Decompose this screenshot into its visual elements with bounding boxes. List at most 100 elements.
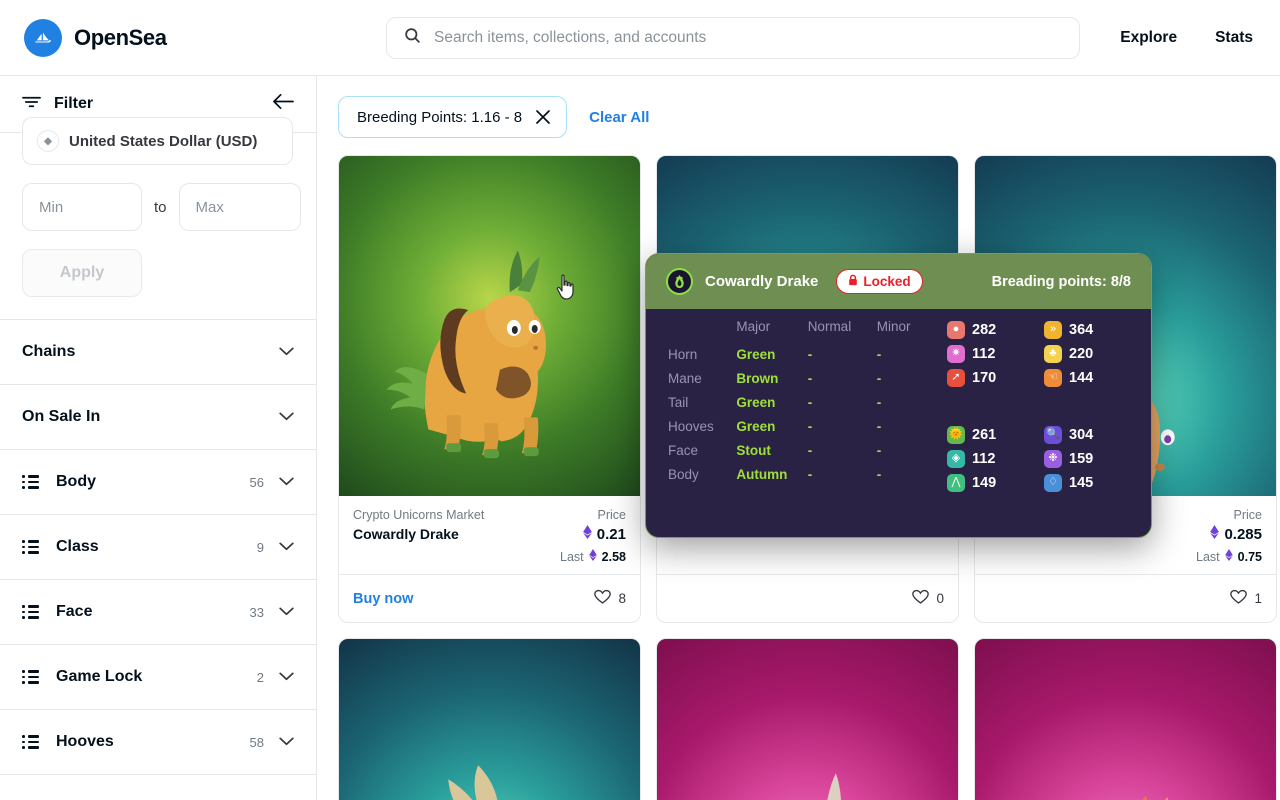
stat-item: ✷ 112 — [947, 343, 1035, 364]
stat-item: ♢ 145 — [1044, 472, 1132, 493]
active-filters-bar: Breeding Points: 1.16 - 8 Clear All — [317, 76, 1280, 138]
table-row: Face Stout - - — [668, 438, 943, 462]
list-icon — [22, 540, 39, 554]
trait-minor: - — [876, 418, 882, 434]
brand-logo-link[interactable]: OpenSea — [24, 18, 167, 57]
trait-normal: - — [807, 370, 813, 386]
facet-label: Body — [56, 473, 96, 490]
nft-artwork[interactable] — [657, 639, 958, 800]
stat-item: ➚ 170 — [947, 367, 1035, 388]
trait-normal: - — [807, 346, 813, 362]
trait-name: Hooves — [668, 418, 714, 434]
flame-icon: 🌞 — [947, 425, 965, 444]
nft-artwork[interactable] — [339, 639, 640, 800]
chevron-down-icon — [279, 343, 294, 361]
nft-card[interactable] — [656, 638, 959, 800]
filter-icon — [22, 94, 41, 115]
nft-card[interactable] — [338, 638, 641, 800]
price-max-input[interactable] — [178, 183, 301, 231]
like-control[interactable]: 8 — [594, 589, 626, 608]
facet-label: On Sale In — [22, 408, 101, 425]
stat-item: ⋀ 149 — [947, 472, 1035, 493]
sidebar-facet-game-lock[interactable]: Game Lock 2 — [0, 644, 316, 709]
trait-normal: - — [807, 466, 813, 482]
price-min-input[interactable] — [22, 183, 142, 231]
stat-value: 145 — [1069, 474, 1094, 491]
clear-all-button[interactable]: Clear All — [589, 109, 649, 126]
sidebar-facet-body[interactable]: Body 56 — [0, 449, 316, 514]
table-row: Hooves Green - - — [668, 414, 943, 438]
sidebar-facet-class[interactable]: Class 9 — [0, 514, 316, 579]
trait-minor: - — [876, 442, 882, 458]
last-sale-label: Last — [1196, 549, 1220, 564]
sidebar-facet-on-sale-in[interactable]: On Sale In — [0, 384, 316, 449]
search-input[interactable] — [434, 29, 1063, 47]
nft-card[interactable] — [974, 638, 1277, 800]
stat-item: ❉ 159 — [1044, 448, 1132, 469]
currency-select-value: United States Dollar (USD) — [69, 132, 258, 150]
currency-select[interactable]: ◆ United States Dollar (USD) — [22, 117, 293, 165]
vision-icon: 🔍 — [1044, 425, 1062, 444]
tooltip-body: Major Normal Minor Horn Green - - Mane B… — [646, 309, 1151, 537]
chip-label: Breeding Points: 1.16 - 8 — [357, 108, 523, 126]
sidebar-facet-horn[interactable]: Horn 58 — [0, 774, 316, 800]
sidebar-facet-face[interactable]: Face 33 — [0, 579, 316, 644]
sidebar-facet-hooves[interactable]: Hooves 58 — [0, 709, 316, 774]
arrow-left-icon[interactable] — [273, 93, 294, 115]
column-header-major: Major — [736, 319, 771, 334]
nft-card[interactable]: Crypto Unicorns Market Cowardly Drake Pr… — [338, 155, 641, 623]
search-icon — [403, 26, 422, 50]
trait-normal: - — [807, 418, 813, 434]
stat-value: 112 — [972, 345, 996, 362]
stat-value: 149 — [972, 474, 997, 491]
chevron-down-icon — [279, 473, 294, 491]
nav-link-explore[interactable]: Explore — [1120, 29, 1177, 47]
facet-count: 33 — [249, 604, 264, 620]
unicorn-stats-tooltip: Cowardly Drake Locked Breading points: 8… — [645, 253, 1152, 538]
heart-icon — [912, 589, 930, 608]
chevron-down-icon — [279, 733, 294, 751]
list-icon — [22, 475, 39, 489]
table-header-row: Major Normal Minor — [668, 319, 943, 342]
nft-artwork[interactable] — [975, 639, 1276, 800]
apply-price-button[interactable]: Apply — [22, 249, 142, 297]
eth-diamond-icon — [1224, 549, 1233, 564]
nav-link-stats[interactable]: Stats — [1215, 29, 1253, 47]
trait-minor: - — [876, 466, 882, 482]
sidebar-facet-chains[interactable]: Chains — [0, 319, 316, 384]
nft-card-footer: 1 — [975, 574, 1276, 622]
buy-now-button[interactable]: Buy now — [353, 591, 413, 607]
price-filter-panel: ◆ United States Dollar (USD) to Apply — [0, 117, 316, 319]
magic-icon: ❉ — [1044, 449, 1062, 468]
stat-value: 261 — [972, 426, 997, 443]
stat-item: ● 282 — [947, 319, 1035, 340]
chevron-down-icon — [279, 603, 294, 621]
stat-value: 159 — [1069, 450, 1094, 467]
facet-label: Chains — [22, 343, 76, 360]
table-row: Body Autumn - - — [668, 462, 943, 486]
facet-count: 9 — [256, 539, 264, 555]
speed-icon: » — [1044, 320, 1062, 339]
trait-major: Autumn — [736, 466, 788, 482]
heart-icon — [1230, 589, 1248, 608]
trait-table: Major Normal Minor Horn Green - - Mane B… — [646, 319, 943, 537]
chevron-down-icon — [279, 408, 294, 426]
heart-icon — [594, 589, 612, 608]
nft-artwork[interactable] — [339, 156, 640, 496]
active-filter-chip-breeding-points[interactable]: Breeding Points: 1.16 - 8 — [338, 96, 568, 138]
filter-label: Filter — [54, 95, 94, 112]
search-bar[interactable] — [386, 17, 1080, 59]
like-control[interactable]: 0 — [912, 589, 944, 608]
close-icon[interactable] — [536, 110, 550, 124]
unicorn-flame-icon — [666, 268, 693, 295]
trait-name: Body — [668, 466, 699, 482]
price-value-row: 0.21 — [560, 525, 626, 543]
price-value-row: 0.285 — [1196, 525, 1262, 543]
primary-nav: Explore Stats — [1120, 0, 1280, 76]
like-control[interactable]: 1 — [1230, 589, 1262, 608]
nft-title: Cowardly Drake — [353, 526, 459, 542]
last-sale-amount: 0.75 — [1237, 549, 1262, 564]
facet-label: Hooves — [56, 733, 114, 750]
trait-name: Horn — [668, 346, 698, 362]
trait-minor: - — [876, 394, 882, 410]
